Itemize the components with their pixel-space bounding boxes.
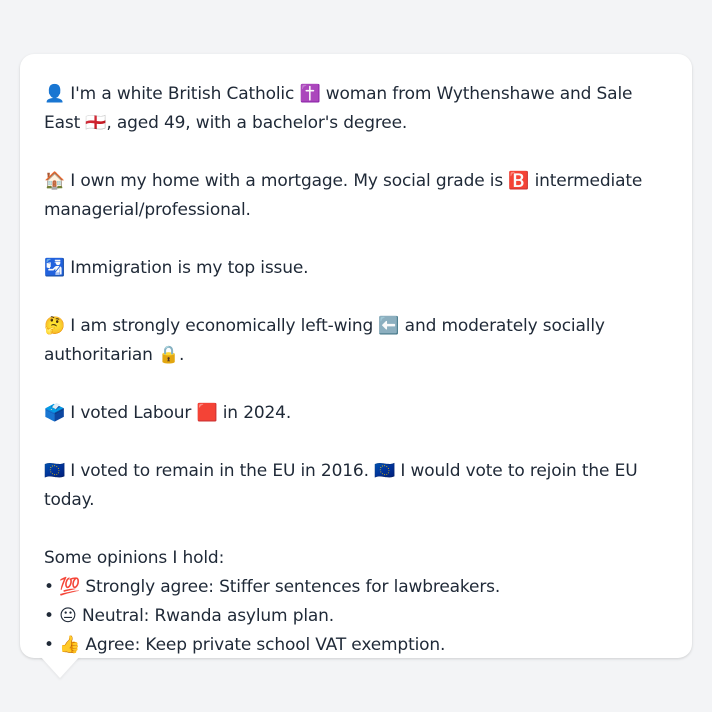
opinion-item: • 💯 Strongly agree: Stiffer sentences fo… <box>44 577 501 597</box>
home-text: 🏠 I own my home with a mortgage. My soci… <box>44 171 643 220</box>
top-issue-text: 🛂 Immigration is my top issue. <box>44 258 309 278</box>
opinions-list: • 💯 Strongly agree: Stiffer sentences fo… <box>44 573 668 660</box>
opinion-item: • 👍 Agree: Keep private school VAT exemp… <box>44 635 446 655</box>
opinions-heading: Some opinions I hold: <box>44 548 225 568</box>
eu-text: 🇪🇺 I voted to remain in the EU in 2016. … <box>44 461 638 510</box>
message-bubble: 👤 I'm a white British Catholic ✝️ woman … <box>20 54 692 658</box>
bubble-tail <box>40 656 80 678</box>
vote-2024-text: 🗳️ I voted Labour 🟥 in 2024. <box>44 403 292 423</box>
identity-text: 👤 I'm a white British Catholic ✝️ woman … <box>44 84 633 133</box>
opinion-item: • 😐 Neutral: Rwanda asylum plan. <box>44 606 335 626</box>
ideology-text: 🤔 I am strongly economically left-wing ⬅… <box>44 316 605 365</box>
